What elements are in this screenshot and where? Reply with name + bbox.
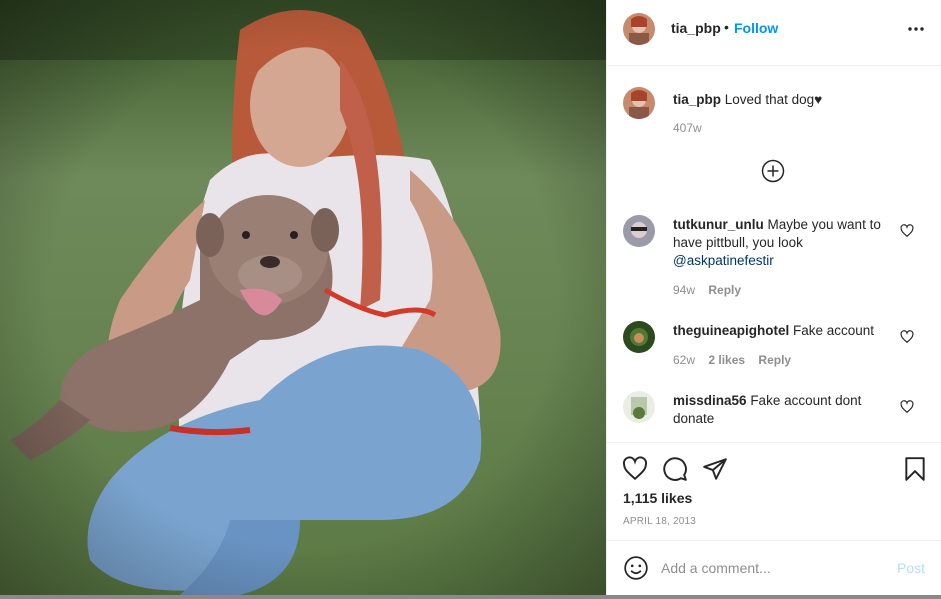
reply-button[interactable]: Reply (708, 283, 741, 297)
owner-avatar[interactable] (623, 13, 655, 45)
comment-meta: 94w Reply (673, 283, 751, 297)
comment-age[interactable]: 94w (673, 283, 695, 297)
bookmark-icon[interactable] (902, 456, 928, 482)
caption-body: Loved that dog♥ (724, 92, 823, 107)
photo-illustration (0, 0, 606, 595)
heart-icon[interactable] (900, 330, 914, 344)
post-comment-button[interactable]: Post (897, 560, 925, 576)
post-photo[interactable] (0, 0, 606, 595)
comment-input[interactable]: Add a comment... (661, 560, 771, 576)
comment-item: theguineapighotel Fake account 62w 2 lik… (623, 321, 923, 371)
plus-circle-icon[interactable] (761, 159, 785, 183)
comment-username[interactable]: tutkunur_unlu (673, 217, 764, 232)
more-horizontal-icon[interactable] (907, 20, 925, 38)
comment-meta: 62w 2 likes Reply (673, 353, 801, 367)
post-date[interactable]: APRIL 18, 2013 (623, 516, 696, 527)
commenter-avatar[interactable] (623, 321, 655, 353)
paper-plane-icon[interactable] (702, 456, 728, 482)
caption-text: tia_pbp Loved that dog♥ (673, 91, 883, 109)
follow-separator: • (724, 19, 729, 35)
comments-list[interactable]: tia_pbp Loved that dog♥ 407w tutkunur_un… (607, 67, 941, 443)
caption-avatar[interactable] (623, 87, 655, 119)
comment-item: missdina56 Fake account dont donate (623, 391, 923, 441)
caption-meta: 407w (673, 121, 712, 135)
comment-age[interactable]: 62w (673, 353, 695, 367)
post-modal: tia_pbp • Follow tia_pbp Loved that dog♥… (0, 0, 941, 595)
comment-text: tutkunur_unlu Maybe you want to have pit… (673, 216, 883, 270)
comment-text: missdina56 Fake account dont donate (673, 392, 883, 428)
comment-likes[interactable]: 2 likes (708, 353, 745, 367)
caption-username[interactable]: tia_pbp (673, 92, 721, 107)
comment-text: theguineapighotel Fake account (673, 322, 883, 340)
comment-icon[interactable] (662, 456, 688, 482)
follow-button[interactable]: Follow (734, 20, 778, 36)
post-header: tia_pbp • Follow (607, 0, 941, 66)
caption-age[interactable]: 407w (673, 121, 702, 135)
add-comment-bar: Add a comment... Post (607, 540, 941, 595)
comment-username[interactable]: theguineapighotel (673, 323, 789, 338)
heart-icon[interactable] (900, 400, 914, 414)
owner-username[interactable]: tia_pbp (671, 20, 721, 36)
comment-body: Fake account (793, 323, 875, 338)
caption: tia_pbp Loved that dog♥ 407w (623, 87, 923, 147)
comment-item: tutkunur_unlu Maybe you want to have pit… (623, 215, 923, 305)
commenter-avatar[interactable] (623, 391, 655, 423)
comment-mention[interactable]: @askpatinefestir (673, 253, 774, 268)
reply-button[interactable]: Reply (758, 353, 791, 367)
smiley-icon[interactable] (623, 555, 649, 581)
post-side-panel: tia_pbp • Follow tia_pbp Loved that dog♥… (606, 0, 941, 595)
comment-username[interactable]: missdina56 (673, 393, 747, 408)
likes-count[interactable]: 1,115 likes (623, 490, 692, 506)
heart-icon[interactable] (900, 224, 914, 238)
post-actions: 1,115 likes APRIL 18, 2013 (607, 444, 941, 540)
heart-icon[interactable] (622, 456, 648, 482)
commenter-avatar[interactable] (623, 215, 655, 247)
